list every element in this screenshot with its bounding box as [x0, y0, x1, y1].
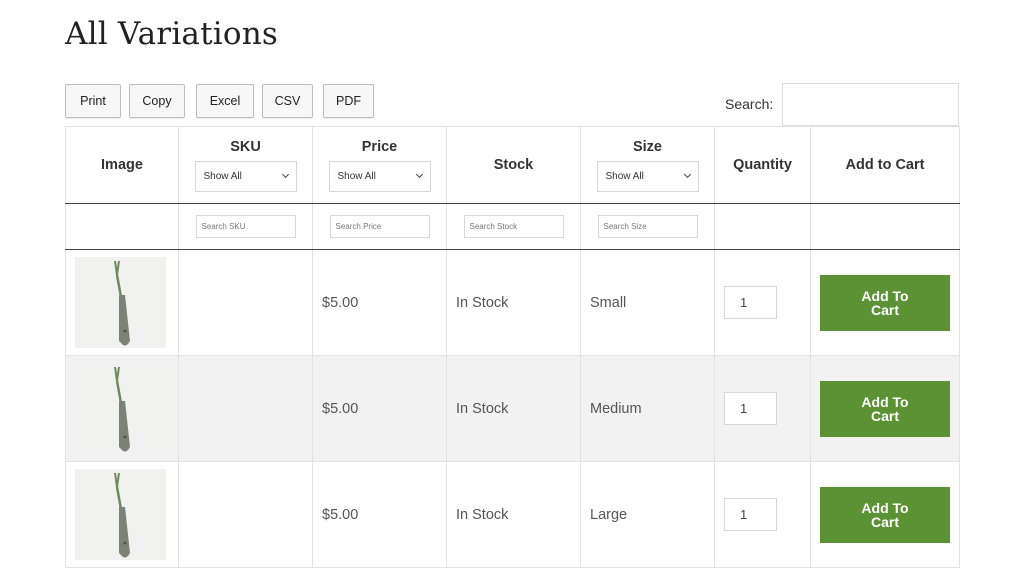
- filter-cell-image: [65, 203, 179, 250]
- stock-cell: In Stock: [446, 355, 581, 462]
- filter-cell-cart: [810, 203, 960, 250]
- price-cell: $5.00: [312, 461, 447, 568]
- page-title: All Variations: [65, 16, 279, 52]
- filter-cell-size: Search Size: [580, 203, 715, 250]
- price-cell: $5.00: [312, 355, 447, 462]
- image-cell: [65, 249, 179, 356]
- size-header-label: Size: [632, 138, 662, 155]
- price-cell: $5.00: [312, 249, 447, 356]
- table-row: $5.00 In Stock Medium 1 Add To Cart: [65, 355, 960, 462]
- pdf-button[interactable]: PDF: [323, 84, 374, 118]
- column-header-stock[interactable]: Stock: [446, 126, 581, 204]
- cart-cell: Add To Cart: [810, 461, 960, 568]
- sku-cell: [178, 355, 313, 462]
- column-header-price[interactable]: Price Show All: [312, 126, 447, 204]
- price-select[interactable]: Show All: [328, 160, 431, 192]
- quantity-cell: 1: [714, 249, 811, 356]
- copy-button[interactable]: Copy: [129, 84, 185, 118]
- sku-cell: [178, 249, 313, 356]
- sku-cell: [178, 461, 313, 568]
- sku-select-value: Show All: [194, 160, 297, 192]
- image-cell: [65, 461, 179, 568]
- add-to-cart-button[interactable]: Add To Cart: [820, 274, 950, 331]
- cart-cell: Add To Cart: [810, 249, 960, 356]
- stock-cell: In Stock: [446, 461, 581, 568]
- price-header-label: Price: [361, 138, 398, 155]
- size-cell: Small: [580, 249, 715, 356]
- column-header-size[interactable]: Size Show All: [580, 126, 715, 204]
- variations-table: Image SKU Show All Price Show All Stock …: [65, 126, 960, 568]
- quantity-input[interactable]: 1: [724, 286, 777, 319]
- size-cell: Medium: [580, 355, 715, 462]
- stock-cell: In Stock: [446, 249, 581, 356]
- size-select[interactable]: Show All: [596, 160, 699, 192]
- size-select-value: Show All: [596, 160, 699, 192]
- table-row: $5.00 In Stock Large 1 Add To Cart: [65, 461, 960, 568]
- add-to-cart-button[interactable]: Add To Cart: [820, 486, 950, 543]
- quantity-input[interactable]: 1: [724, 392, 777, 425]
- product-thumbnail[interactable]: [75, 257, 166, 348]
- filter-cell-price: Search Price: [312, 203, 447, 250]
- search-label: Search:: [725, 96, 774, 112]
- column-header-quantity[interactable]: Quantity: [714, 126, 811, 204]
- filter-cell-sku: Search SKU: [178, 203, 313, 250]
- sku-header-label: SKU: [230, 138, 261, 155]
- sku-filter-input[interactable]: Search SKU: [195, 215, 296, 238]
- filter-cell-stock: Search Stock: [446, 203, 581, 250]
- quantity-cell: 1: [714, 461, 811, 568]
- table-row: $5.00 In Stock Small 1 Add To Cart: [65, 249, 960, 356]
- product-thumbnail[interactable]: [75, 363, 166, 454]
- column-header-sku[interactable]: SKU Show All: [178, 126, 313, 204]
- excel-button[interactable]: Excel: [196, 84, 254, 118]
- quantity-input[interactable]: 1: [724, 498, 777, 531]
- column-header-image[interactable]: Image: [65, 126, 179, 204]
- image-cell: [65, 355, 179, 462]
- search-input[interactable]: [782, 83, 959, 126]
- add-to-cart-button[interactable]: Add To Cart: [820, 380, 950, 437]
- filter-cell-quantity: [714, 203, 811, 250]
- size-cell: Large: [580, 461, 715, 568]
- stock-filter-input[interactable]: Search Stock: [463, 215, 564, 238]
- column-header-add-to-cart[interactable]: Add to Cart: [810, 126, 960, 204]
- sku-select[interactable]: Show All: [194, 160, 297, 192]
- cart-cell: Add To Cart: [810, 355, 960, 462]
- csv-button[interactable]: CSV: [262, 84, 313, 118]
- price-select-value: Show All: [328, 160, 431, 192]
- price-filter-input[interactable]: Search Price: [329, 215, 430, 238]
- size-filter-input[interactable]: Search Size: [597, 215, 698, 238]
- product-thumbnail[interactable]: [75, 469, 166, 560]
- print-button[interactable]: Print: [65, 84, 121, 118]
- quantity-cell: 1: [714, 355, 811, 462]
